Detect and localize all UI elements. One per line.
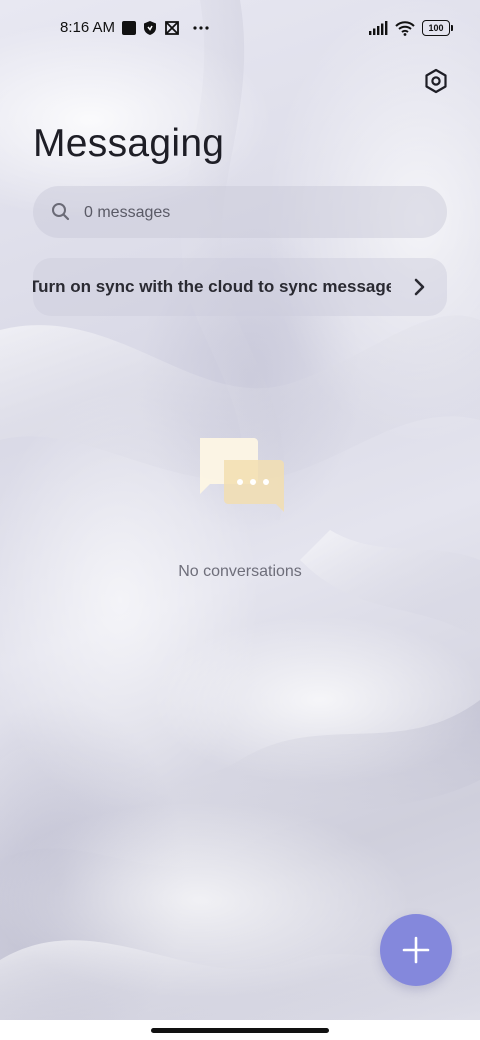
app-icon: [165, 21, 179, 35]
chat-bubbles-icon: [200, 438, 284, 512]
search-icon: [52, 203, 70, 221]
search-bar[interactable]: [33, 186, 447, 240]
settings-button[interactable]: [421, 66, 451, 96]
navigation-bar: [0, 1020, 480, 1040]
sync-banner-text: Turn on sync with the cloud to sync mess…: [33, 277, 391, 296]
chevron-right-icon: [414, 278, 425, 296]
status-time: 8:16 AM: [60, 19, 116, 36]
plus-icon: [402, 936, 430, 964]
empty-state-text: No conversations: [178, 563, 302, 580]
signal-icon: [369, 21, 388, 35]
more-dots-icon: [193, 26, 209, 30]
shield-icon: [144, 21, 156, 35]
home-indicator[interactable]: [151, 1028, 329, 1033]
status-bar: 8:16 AM 100: [0, 14, 480, 42]
search-input[interactable]: [82, 186, 426, 240]
battery-icon: 100: [422, 20, 453, 36]
wifi-icon: [395, 20, 415, 36]
notification-square-icon: [122, 21, 136, 35]
sync-banner[interactable]: Turn on sync with the cloud to sync mess…: [33, 258, 447, 316]
settings-hexagon-icon: [425, 68, 447, 94]
page-title: Messaging: [33, 122, 225, 165]
new-message-button[interactable]: [380, 914, 452, 986]
